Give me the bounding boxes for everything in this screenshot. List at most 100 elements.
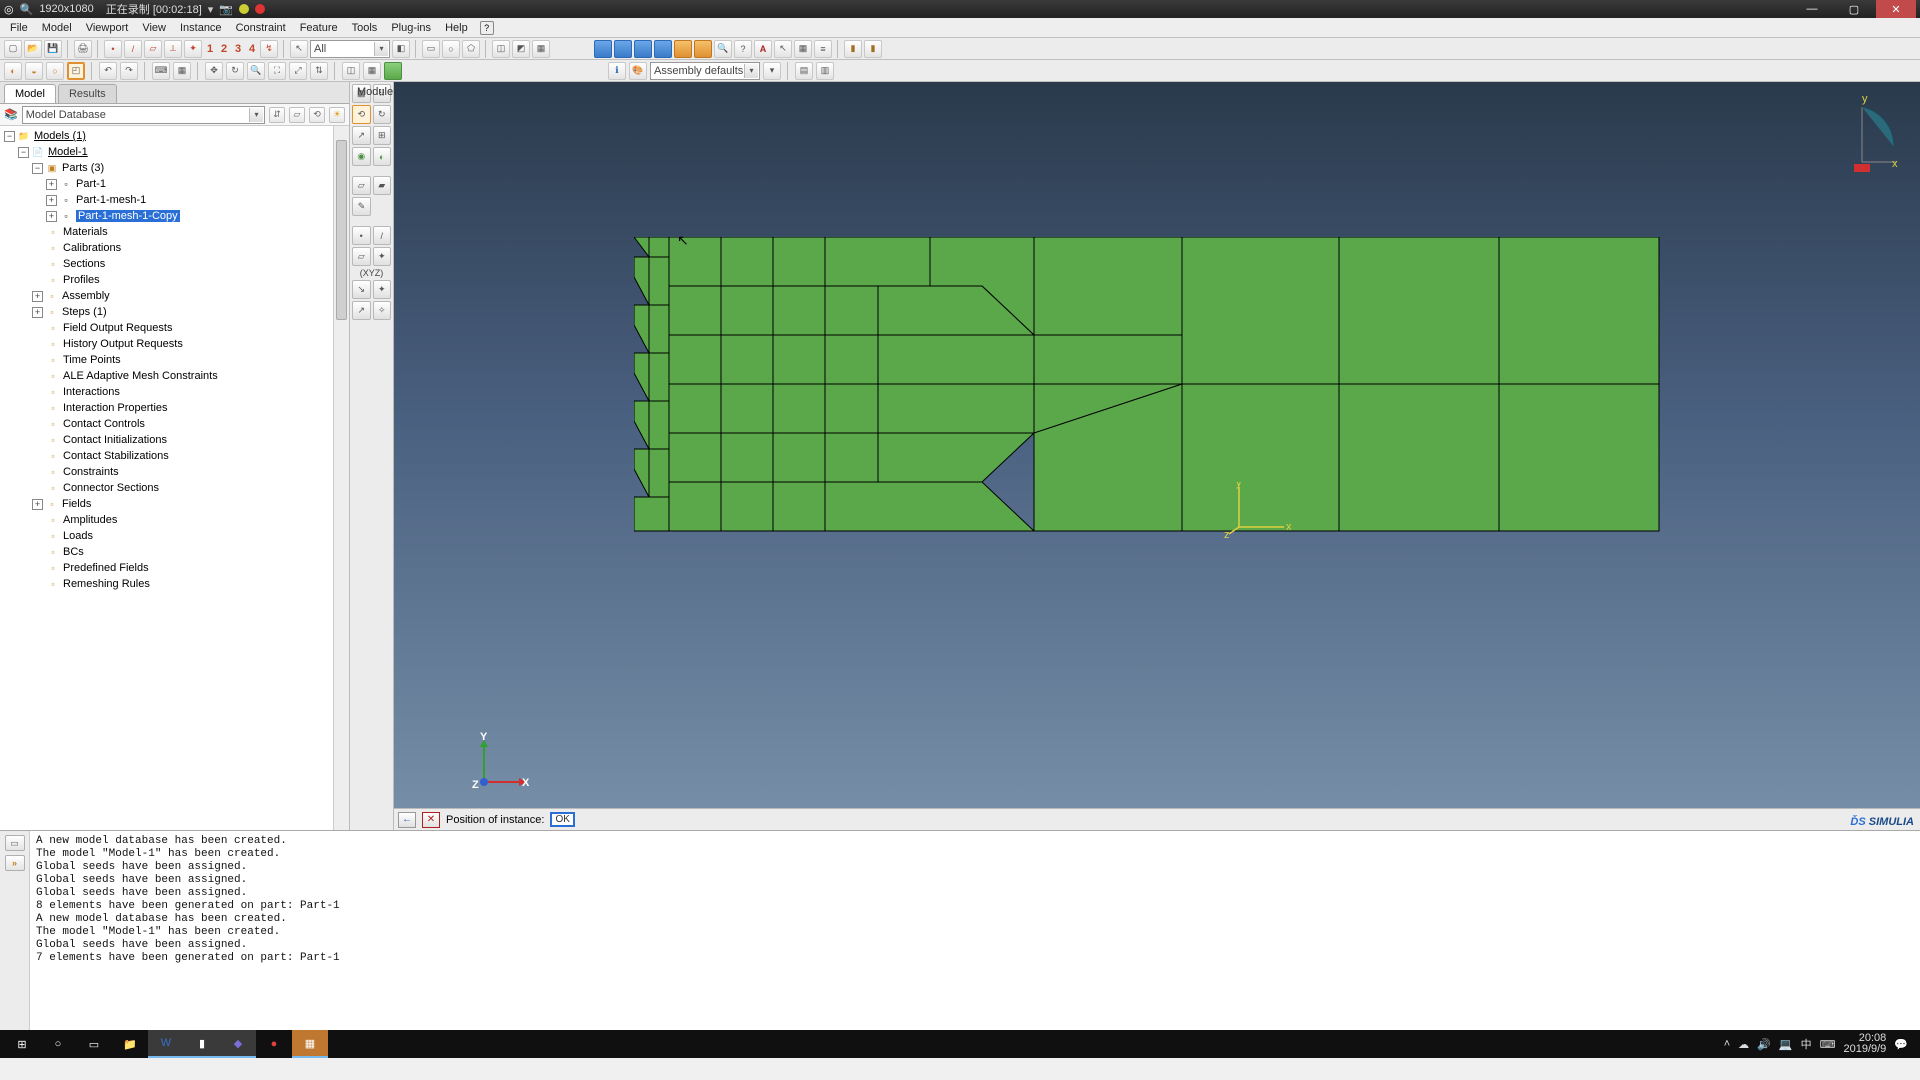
tree-node-loads[interactable]: ▫Loads [0,528,349,544]
taskbar-app1[interactable]: ◆ [220,1030,256,1058]
tray-volume-icon[interactable]: 🔊 [1757,1038,1771,1051]
layer2-button[interactable]: ▥ [816,62,834,80]
menu-feature[interactable]: Feature [294,20,344,36]
tree-node-history-output-requests[interactable]: ▫History Output Requests [0,336,349,352]
toolbox-cut-button[interactable]: ◐ [373,147,392,166]
color-code-button[interactable]: 🎨 [629,62,647,80]
toolbox-coord-4-button[interactable]: ✧ [373,301,392,320]
taskbar-abaqus[interactable]: ▦ [292,1030,328,1058]
datum-csys-extra-button[interactable]: ↯ [260,40,278,58]
iso-view-button[interactable]: ◫ [492,40,510,58]
taskbar-recorder[interactable]: ● [256,1030,292,1058]
message-cli-button[interactable]: » [5,855,25,871]
list-options-button[interactable]: ≡ [814,40,832,58]
ladder2-button[interactable]: ▮ [864,40,882,58]
rotate-button[interactable]: ↻ [226,62,244,80]
pan-button[interactable]: ✥ [205,62,223,80]
view-cube[interactable]: y x [1832,92,1902,182]
tree-node-materials[interactable]: ▫Materials [0,224,349,240]
tree-node-contact-initializations[interactable]: ▫Contact Initializations [0,432,349,448]
layer1-button[interactable]: ▤ [795,62,813,80]
keyboard-button[interactable]: ⌨ [152,62,170,80]
zoom-auto-button[interactable]: ⤢ [289,62,307,80]
menu-help[interactable]: Help [439,20,474,36]
tree-node-assembly[interactable]: +▫Assembly [0,288,349,304]
db-filter-button[interactable]: ▱ [289,107,305,123]
tree-scrollbar[interactable] [333,126,349,830]
tray-notifications-icon[interactable]: 💬 [1894,1038,1908,1051]
toolbox-datum-plane-button[interactable]: ▱ [352,247,371,266]
render-shaded-button[interactable] [634,40,652,58]
tree-node-model-1[interactable]: −📄Model-1 [0,144,349,160]
tree-node-profiles[interactable]: ▫Profiles [0,272,349,288]
toolbox-edit-button[interactable]: ✎ [352,197,371,216]
menu-plugins[interactable]: Plug-ins [385,20,437,36]
tray-input-icon[interactable]: ⌨ [1820,1038,1836,1051]
toolbox-partition-face-button[interactable]: ▱ [352,176,371,195]
pause-icon[interactable] [239,4,249,14]
tree-node-steps-1-[interactable]: +▫Steps (1) [0,304,349,320]
tree-node-sections[interactable]: ▫Sections [0,256,349,272]
message-text[interactable]: A new model database has been created. T… [30,831,1920,1030]
persp-view-button[interactable]: ◩ [512,40,530,58]
prompt-ok-button[interactable]: OK [550,812,574,827]
cycle-views-button[interactable]: ⇅ [310,62,328,80]
part-display-button[interactable]: ◫ [342,62,360,80]
tree-node-part-1[interactable]: +▫Part-1 [0,176,349,192]
assembly-display-button[interactable]: ▦ [363,62,381,80]
datum-4[interactable]: 4 [246,43,258,55]
render-6-button[interactable] [694,40,712,58]
undo-button[interactable]: ↶ [99,62,117,80]
tree-node-models[interactable]: −📁Models (1) [0,128,349,144]
toolbox-merge-button[interactable]: ◉ [352,147,371,166]
menu-file[interactable]: File [4,20,34,36]
select-cursor-button[interactable]: ↖ [290,40,308,58]
display-group-button[interactable]: ◰ [67,62,85,80]
select-toggle-button[interactable]: ◧ [392,40,410,58]
viewport[interactable]: y x z X Y Z y x ↖ ← ✕ Position of [394,82,1920,830]
camera-icon[interactable]: 📷 [219,3,233,16]
datum-csys-button[interactable]: ⟂ [164,40,182,58]
tree-node-constraints[interactable]: ▫Constraints [0,464,349,480]
system-tray[interactable]: ˄ ☁ 🔊 💻 中 ⌨ 20:082019/9/9 💬 [1724,1033,1916,1055]
tree-node-predefined-fields[interactable]: ▫Predefined Fields [0,560,349,576]
taskbar-explorer[interactable]: 📁 [112,1030,148,1058]
datum-2[interactable]: 2 [218,43,230,55]
datum-1[interactable]: 1 [204,43,216,55]
box-view-button[interactable]: ▦ [532,40,550,58]
tree-node-part-1-mesh-1[interactable]: +▫Part-1-mesh-1 [0,192,349,208]
minimize-button[interactable]: — [1792,0,1832,18]
cortana-button[interactable]: ○ [40,1030,76,1058]
selection-filter-combo[interactable]: All▾ [310,40,390,58]
database-combo[interactable]: Model Database▾ [22,106,265,124]
datum-axis-button[interactable]: / [124,40,142,58]
zoom-box-button[interactable]: 🔍 [247,62,265,80]
render-5-button[interactable] [674,40,692,58]
ladder1-button[interactable]: ▮ [844,40,862,58]
context-help-icon[interactable]: ? [480,21,494,35]
maximize-button[interactable]: ▢ [1834,0,1874,18]
tree-node-interaction-properties[interactable]: ▫Interaction Properties [0,400,349,416]
open-button[interactable]: 📂 [24,40,42,58]
color-apply-button[interactable]: ▾ [763,62,781,80]
tray-clock[interactable]: 20:082019/9/9 [1843,1033,1886,1055]
tray-onedrive-icon[interactable]: ☁ [1738,1038,1749,1051]
toolbox-coord-3-button[interactable]: ↗ [352,301,371,320]
close-button[interactable]: ✕ [1876,0,1916,18]
new-button[interactable]: ▢ [4,40,22,58]
tray-network-icon[interactable]: 💻 [1779,1038,1793,1051]
info-button[interactable]: ℹ [608,62,626,80]
prompt-cancel-button[interactable]: ✕ [422,812,440,828]
render-hidden-button[interactable] [614,40,632,58]
tree-node-field-output-requests[interactable]: ▫Field Output Requests [0,320,349,336]
toolbox-partition-cell-button[interactable]: ▰ [373,176,392,195]
menu-tools[interactable]: Tools [346,20,384,36]
datum-point-button[interactable]: • [104,40,122,58]
db-link-button[interactable]: ⟲ [309,107,325,123]
menu-viewport[interactable]: Viewport [80,20,135,36]
menu-constraint[interactable]: Constraint [230,20,292,36]
zoom-fit-button[interactable]: ⛶ [268,62,286,80]
toolbox-datum-csys-button[interactable]: ✦ [373,247,392,266]
mesh-display-button[interactable] [384,62,402,80]
tree-node-ale-adaptive-mesh-constraints[interactable]: ▫ALE Adaptive Mesh Constraints [0,368,349,384]
